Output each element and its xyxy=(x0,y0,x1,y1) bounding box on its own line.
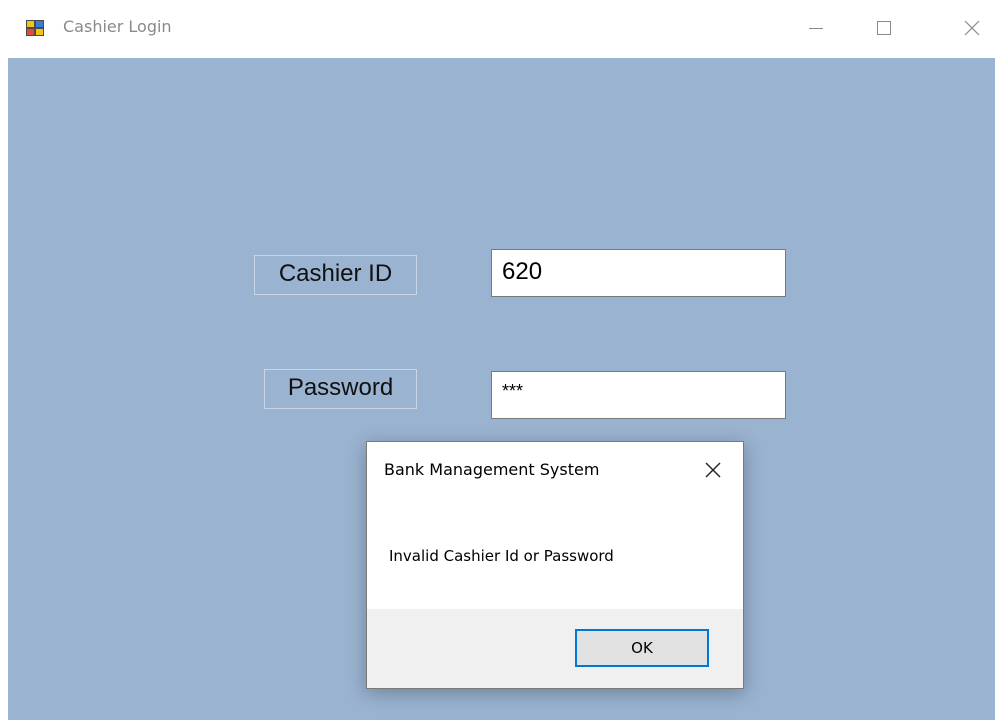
password-input[interactable]: *** xyxy=(491,371,786,419)
dialog-close-button[interactable] xyxy=(697,454,729,486)
close-button[interactable] xyxy=(949,0,995,58)
title-bar[interactable]: Cashier Login xyxy=(0,0,1005,58)
minimize-button[interactable] xyxy=(793,0,839,58)
maximize-button[interactable] xyxy=(861,0,907,58)
maximize-icon xyxy=(877,21,891,35)
cashier-id-label: Cashier ID xyxy=(254,255,417,295)
window-title: Cashier Login xyxy=(63,17,172,36)
cashier-login-window: Cashier Login Cashier ID 620 Password **… xyxy=(0,0,1005,720)
message-box-dialog: Bank Management System Invalid Cashier I… xyxy=(366,441,744,689)
close-icon xyxy=(705,462,721,478)
cashier-id-input[interactable]: 620 xyxy=(491,249,786,297)
close-icon xyxy=(964,20,980,36)
ok-button[interactable]: OK xyxy=(575,629,709,667)
dialog-message: Invalid Cashier Id or Password xyxy=(389,547,614,565)
minimize-icon xyxy=(809,28,823,29)
dialog-button-area: OK xyxy=(367,609,743,688)
app-icon xyxy=(26,20,44,36)
dialog-title: Bank Management System xyxy=(384,460,600,479)
password-label: Password xyxy=(264,369,417,409)
